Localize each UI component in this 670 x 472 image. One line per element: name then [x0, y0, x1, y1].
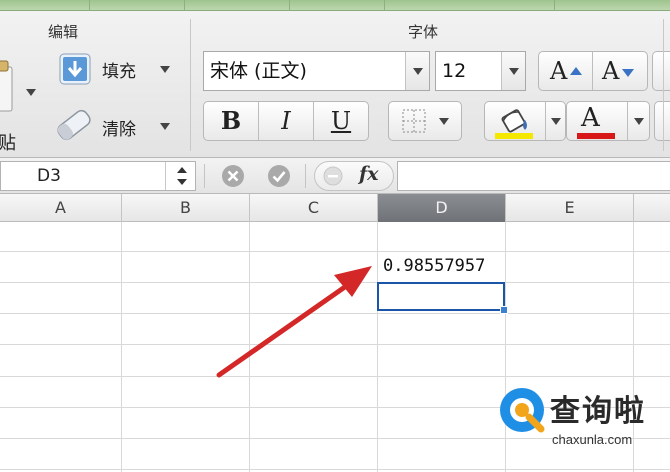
text-style-group: B I U: [203, 101, 369, 141]
clear-dropdown-icon[interactable]: [160, 123, 170, 130]
paste-button[interactable]: 贴: [0, 51, 42, 154]
column-header-a[interactable]: A: [0, 194, 122, 222]
paste-label: 贴: [0, 133, 16, 154]
clear-button[interactable]: 清除: [54, 107, 176, 143]
formula-bar-divider: [305, 164, 306, 188]
borders-icon: [402, 109, 426, 133]
font-name-select[interactable]: 宋体 (正文): [203, 51, 430, 91]
chevron-down-icon: [509, 68, 519, 75]
font-group-title: 字体: [408, 23, 439, 41]
shrink-font-button[interactable]: A: [594, 52, 648, 90]
button-divider: [545, 102, 546, 140]
borders-dropdown-icon: [439, 118, 449, 125]
row-gridline: [0, 376, 670, 377]
watermark-brand: 查询啦: [550, 394, 646, 429]
fx-label: fx: [359, 163, 379, 185]
group-separator: [663, 19, 664, 151]
cell-d2-value: 0.98557957: [383, 256, 486, 276]
paste-icon: [0, 60, 13, 112]
underline-button[interactable]: U: [314, 102, 368, 140]
fill-color-swatch: [495, 133, 533, 139]
fill-handle[interactable]: [500, 306, 508, 314]
fill-button[interactable]: 填充: [58, 51, 176, 87]
underline-label: U: [330, 107, 352, 135]
ribbon-overflow-button[interactable]: [654, 101, 670, 141]
cell-d3-selection[interactable]: [377, 282, 508, 314]
font-color-swatch: [577, 133, 615, 139]
formula-bar-divider: [204, 164, 205, 188]
fill-color-dropdown-icon[interactable]: [551, 118, 561, 125]
ribbon-tab-strip[interactable]: [0, 0, 670, 11]
fill-dropdown-icon[interactable]: [160, 66, 170, 73]
ribbon-tab[interactable]: [385, 0, 555, 11]
column-header-e[interactable]: E: [506, 194, 634, 222]
triangle-up-icon: [570, 67, 582, 75]
name-box-divider: [165, 162, 166, 190]
ribbon-tab[interactable]: [0, 0, 90, 11]
clear-label: 清除: [102, 120, 136, 140]
insert-function-button[interactable]: fx: [314, 161, 394, 191]
watermark: 查询啦 chaxunla.com: [494, 380, 670, 472]
confirm-icon[interactable]: [266, 163, 292, 189]
font-size-select[interactable]: 12: [435, 51, 526, 91]
column-header-b[interactable]: B: [122, 194, 250, 222]
ribbon-tab[interactable]: [290, 0, 385, 11]
function-wizard-icon: [323, 166, 343, 186]
shrink-font-label: A: [602, 57, 620, 85]
paste-dropdown-icon[interactable]: [26, 89, 36, 96]
column-header-f[interactable]: [634, 194, 670, 222]
font-name-dropdown[interactable]: [405, 52, 429, 90]
font-color-button[interactable]: A: [566, 101, 650, 141]
bold-label: B: [220, 106, 242, 135]
ribbon-overflow-button[interactable]: [652, 51, 670, 91]
column-header-c[interactable]: C: [250, 194, 378, 222]
ribbon: 编辑 贴 填充 清除 字体 宋体 (正文) 12 A A B I U A: [0, 11, 670, 158]
formula-input[interactable]: [397, 161, 670, 191]
column-gridline: [249, 222, 250, 472]
formula-bar: D3 fx: [0, 158, 670, 194]
ribbon-tab[interactable]: [185, 0, 290, 11]
font-size-step-group: A A: [538, 51, 648, 91]
row-gridline: [0, 251, 670, 252]
name-box-value: D3: [37, 166, 61, 186]
font-size-dropdown[interactable]: [501, 52, 525, 90]
font-name-value: 宋体 (正文): [210, 60, 307, 82]
name-box[interactable]: D3: [0, 161, 196, 191]
ribbon-tab[interactable]: [555, 0, 670, 11]
stepper-arrows-icon[interactable]: [175, 165, 189, 187]
search-logo-icon: [500, 388, 545, 433]
edit-group-title: 编辑: [48, 23, 79, 41]
font-size-value: 12: [442, 60, 467, 82]
triangle-down-icon: [622, 69, 634, 77]
row-gridline: [0, 344, 670, 345]
eraser-icon: [57, 109, 91, 141]
fill-down-icon: [59, 53, 91, 85]
bold-button[interactable]: B: [204, 102, 259, 140]
font-color-dropdown-icon[interactable]: [634, 118, 644, 125]
grow-font-label: A: [550, 57, 568, 85]
button-divider: [627, 102, 628, 140]
group-separator: [190, 19, 191, 151]
grow-font-button[interactable]: A: [539, 52, 593, 90]
italic-button[interactable]: I: [259, 102, 314, 140]
row-gridline: [0, 313, 670, 314]
row-gridline: [0, 282, 670, 283]
cell-d2[interactable]: 0.98557957: [378, 252, 505, 282]
watermark-url: chaxunla.com: [552, 432, 633, 447]
column-header-d[interactable]: D: [378, 194, 506, 222]
borders-button[interactable]: [388, 101, 462, 141]
cancel-icon[interactable]: [220, 163, 246, 189]
fill-color-button[interactable]: [484, 101, 566, 141]
italic-label: I: [281, 107, 291, 135]
fill-label: 填充: [102, 62, 136, 82]
chevron-down-icon: [413, 68, 423, 75]
ribbon-tab[interactable]: [90, 0, 185, 11]
column-gridline: [121, 222, 122, 472]
column-header-row: A B C D E: [0, 194, 670, 222]
font-color-label: A: [581, 103, 600, 133]
